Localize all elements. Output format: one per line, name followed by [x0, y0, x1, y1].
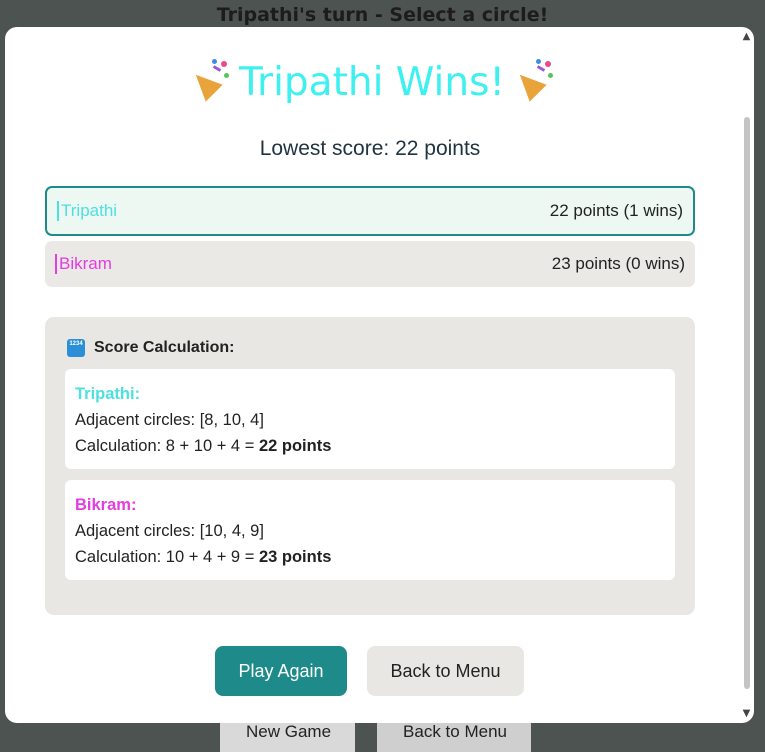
- player-name: Bikram: [55, 254, 112, 274]
- scroll-thumb[interactable]: [744, 117, 750, 689]
- scroll-up-arrow-icon[interactable]: ▲: [739, 29, 754, 44]
- back-to-menu-button[interactable]: Back to Menu: [367, 646, 524, 696]
- winner-title: Tripathi Wins!: [5, 59, 739, 105]
- turn-status: Tripathi's turn - Select a circle!: [216, 4, 549, 26]
- bg-back-to-menu-button[interactable]: Back to Menu: [377, 718, 531, 752]
- score-calculation-panel: 1234 Score Calculation: Tripathi: Adjace…: [45, 317, 695, 615]
- calculation-total: 22 points: [258, 437, 332, 455]
- results-modal: ▲ ▼ Tripathi Wins! Lowest score: 22 poin…: [5, 27, 754, 723]
- calculation-card: Tripathi: Adjacent circles: [8, 10, 4] C…: [65, 369, 675, 469]
- scroll-down-arrow-icon[interactable]: ▼: [739, 706, 754, 721]
- calculation-line: Calculation: 10 + 4 + 9 = 23 points: [75, 544, 665, 570]
- player-score: 23 points (0 wins): [551, 254, 685, 273]
- winner-title-text: Tripathi Wins!: [238, 60, 506, 105]
- numbers-icon: 1234: [67, 339, 85, 357]
- calculation-player-name: Tripathi:: [75, 385, 141, 403]
- player-score: 22 points (1 wins): [549, 201, 683, 220]
- player-row-winner: Tripathi 22 points (1 wins): [45, 186, 695, 236]
- calculation-formula: Calculation: 10 + 4 + 9 =: [75, 548, 255, 566]
- party-popper-icon: [187, 59, 231, 102]
- adjacent-circles-text: Adjacent circles: [10, 4, 9]: [75, 522, 264, 540]
- player-name: Tripathi: [57, 201, 117, 221]
- play-again-button[interactable]: Play Again: [215, 646, 347, 696]
- background-controls: New Game Back to Menu: [220, 718, 531, 752]
- score-calculation-heading: 1234 Score Calculation:: [67, 339, 675, 357]
- calculation-card: Bikram: Adjacent circles: [10, 4, 9] Cal…: [65, 480, 675, 580]
- calculation-line: Calculation: 8 + 10 + 4 = 22 points: [75, 433, 665, 459]
- party-popper-icon: [511, 59, 555, 102]
- calculation-player-name: Bikram:: [75, 496, 137, 514]
- new-game-button[interactable]: New Game: [220, 718, 356, 752]
- calculation-total: 23 points: [258, 548, 332, 566]
- modal-scrollbar[interactable]: ▲ ▼: [739, 27, 754, 723]
- player-row: Bikram 23 points (0 wins): [45, 241, 695, 287]
- score-calculation-label: Score Calculation:: [94, 339, 235, 356]
- calculation-formula: Calculation: 8 + 10 + 4 =: [75, 437, 255, 455]
- adjacent-circles-text: Adjacent circles: [8, 10, 4]: [75, 411, 264, 429]
- lowest-score-text: Lowest score: 22 points: [259, 137, 481, 160]
